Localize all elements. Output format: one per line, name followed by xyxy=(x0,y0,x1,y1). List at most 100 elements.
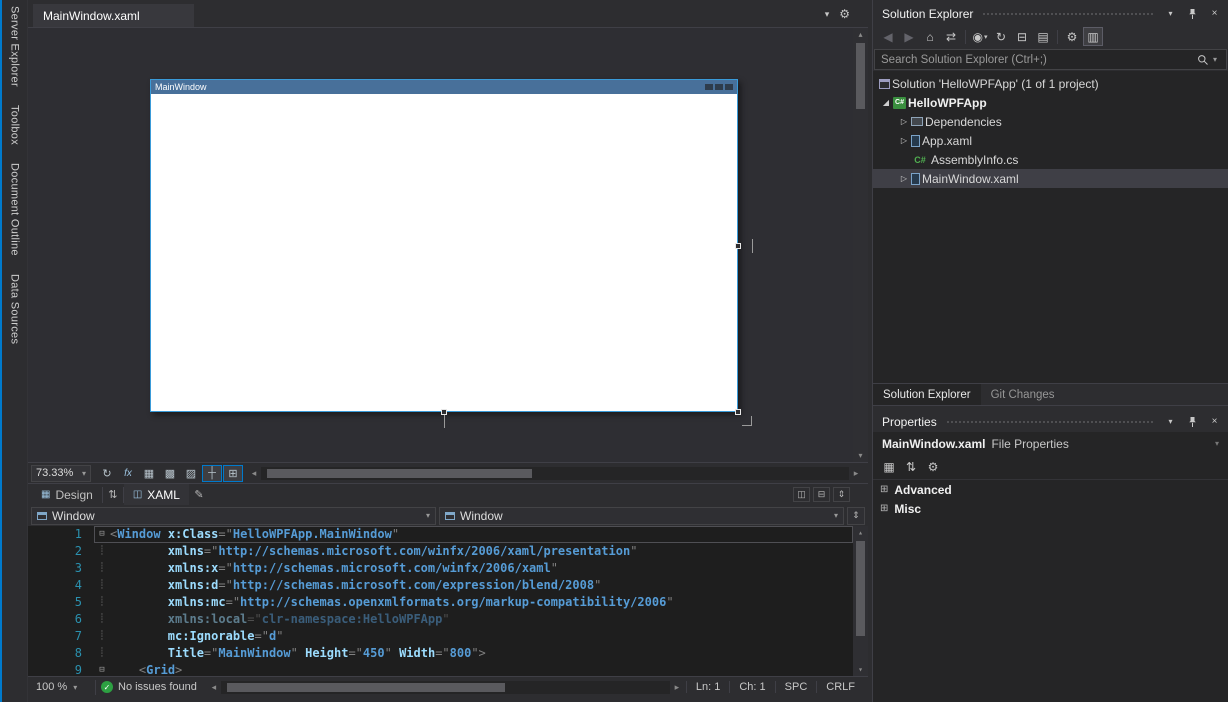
drag-grip[interactable] xyxy=(946,419,1154,424)
tree-item-assemblyinfo-cs[interactable]: C#AssemblyInfo.cs xyxy=(873,150,1228,169)
no-issues-icon[interactable]: ✓ xyxy=(101,681,113,693)
rail-tab-data-sources[interactable]: Data Sources xyxy=(9,274,21,344)
code-line-8[interactable]: 8┊ Title="MainWindow" Height="450" Width… xyxy=(28,645,853,662)
scroll-right-icon[interactable]: ▸ xyxy=(670,682,684,693)
line-indicator[interactable]: Ln: 1 xyxy=(686,681,729,693)
categorized-button[interactable]: ▦ xyxy=(879,458,899,477)
disable-project-code-button[interactable]: ⊞ xyxy=(223,465,243,482)
rail-tab-document-outline[interactable]: Document Outline xyxy=(9,163,21,256)
code-line-2[interactable]: 2┊ xmlns="http://schemas.microsoft.com/w… xyxy=(28,543,853,560)
tree-item-app-xaml[interactable]: ▷App.xaml xyxy=(873,131,1228,150)
vertical-split-button[interactable]: ◫ xyxy=(793,487,810,502)
tree-item-dependencies[interactable]: ▷Dependencies xyxy=(873,112,1228,131)
properties-object-row[interactable]: MainWindow.xaml File Properties ▾ xyxy=(873,432,1228,455)
code-line-6[interactable]: 6┊ xmlns:local="clr-namespace:HelloWPFAp… xyxy=(28,611,853,628)
xaml-editor[interactable]: 1⊟<Window x:Class="HelloWPFApp.MainWindo… xyxy=(28,526,868,676)
code-line-9[interactable]: 9⊟ <Grid> xyxy=(28,662,853,676)
expander-collapsed-icon[interactable]: ▷ xyxy=(897,174,911,183)
sync-with-active-document-button[interactable]: ⇄ xyxy=(941,27,961,46)
scroll-down-icon[interactable]: ▾ xyxy=(858,663,863,676)
tool-tab-solution-explorer[interactable]: Solution Explorer xyxy=(873,384,981,405)
refresh-button[interactable]: ↻ xyxy=(991,27,1011,46)
preview-selected-items-button[interactable]: ▤ xyxy=(1033,27,1053,46)
designer-horizontal-scrollbar[interactable]: ◂ ▸ xyxy=(247,466,863,481)
zoom-to-fit-button[interactable]: ↻ xyxy=(97,465,117,482)
show-all-files-button[interactable]: ▥ xyxy=(1083,27,1103,46)
code-line-1[interactable]: 1⊟<Window x:Class="HelloWPFApp.MainWindo… xyxy=(28,526,853,543)
tab-xaml[interactable]: ◫ XAML xyxy=(124,484,189,505)
resize-handle-corner[interactable] xyxy=(735,409,741,415)
tab-mainwindow-xaml[interactable]: MainWindow.xaml xyxy=(33,4,194,27)
pin-icon[interactable] xyxy=(1185,6,1200,21)
show-grid-button[interactable]: ▦ xyxy=(139,465,159,482)
snap-to-snaplines-button[interactable]: ┼ xyxy=(202,465,222,482)
window-position-icon[interactable]: ▾ xyxy=(1163,6,1178,21)
scroll-left-icon[interactable]: ◂ xyxy=(247,468,261,479)
designer-scrollbar-thumb[interactable] xyxy=(856,43,865,109)
pin-icon[interactable] xyxy=(1185,414,1200,429)
wpf-window-preview[interactable]: MainWindow xyxy=(150,79,738,412)
fold-marker-icon[interactable]: ⊟ xyxy=(94,526,110,543)
alphabetical-button[interactable]: ⇅ xyxy=(901,458,921,477)
expander-expanded-icon[interactable]: ◢ xyxy=(879,98,893,107)
scroll-up-icon[interactable]: ▴ xyxy=(858,526,863,539)
editor-split-handle[interactable]: ⇕ xyxy=(847,507,865,525)
gear-icon[interactable]: ⚙ xyxy=(839,7,850,21)
breadcrumb-left-dropdown[interactable]: Window ▾ xyxy=(31,507,436,525)
solution-explorer-header[interactable]: Solution Explorer ▾ × xyxy=(873,3,1228,24)
property-pages-button[interactable]: ⚙ xyxy=(923,458,943,477)
editor-vertical-scrollbar[interactable]: ▴ ▾ xyxy=(853,526,868,676)
swap-panes-button[interactable]: ⇅ xyxy=(103,486,123,504)
editor-hscroll-track[interactable] xyxy=(221,681,670,694)
tool-tab-git-changes[interactable]: Git Changes xyxy=(981,384,1065,405)
designer-hscroll-track[interactable] xyxy=(261,467,849,480)
scroll-left-icon[interactable]: ◂ xyxy=(207,682,221,693)
navigate-forward-button[interactable]: ▶ xyxy=(899,27,919,46)
snap-to-grid-button[interactable]: ▩ xyxy=(160,465,180,482)
scroll-right-icon[interactable]: ▸ xyxy=(849,468,863,479)
editor-horizontal-scrollbar[interactable]: ◂ ▸ xyxy=(207,680,684,695)
designer-hscroll-thumb[interactable] xyxy=(267,469,532,478)
breadcrumb-right-dropdown[interactable]: Window ▾ xyxy=(439,507,844,525)
designer-scrollbar-track[interactable] xyxy=(853,41,868,449)
drag-grip[interactable] xyxy=(982,11,1154,16)
search-icon[interactable] xyxy=(1193,54,1213,66)
home-button[interactable]: ⌂ xyxy=(920,27,940,46)
close-icon[interactable]: × xyxy=(1207,6,1222,21)
new-scoped-view-button[interactable]: ◉▾ xyxy=(970,27,990,46)
horizontal-split-button[interactable]: ⊟ xyxy=(813,487,830,502)
rail-tab-server-explorer[interactable]: Server Explorer xyxy=(9,6,21,87)
section-advanced[interactable]: ⊞Advanced xyxy=(873,480,1228,499)
show-effects-button[interactable]: fx xyxy=(118,465,138,482)
editor-zoom-dropdown[interactable]: 100 % ▾ xyxy=(32,681,90,693)
navigate-back-button[interactable]: ◀ xyxy=(878,27,898,46)
editor-scrollbar-track[interactable] xyxy=(853,539,868,663)
rail-tab-toolbox[interactable]: Toolbox xyxy=(9,105,21,145)
search-options-icon[interactable]: ▾ xyxy=(1213,55,1226,64)
window-position-icon[interactable]: ▾ xyxy=(1163,414,1178,429)
code-line-4[interactable]: 4┊ xmlns:d="http://schemas.microsoft.com… xyxy=(28,577,853,594)
tree-item-solution-hellowpfapp-1-of-1-project[interactable]: Solution 'HelloWPFApp' (1 of 1 project) xyxy=(873,74,1228,93)
issues-status-text[interactable]: No issues found xyxy=(118,681,197,693)
designer-zoom-dropdown[interactable]: 73.33% ▾ xyxy=(31,465,91,482)
scroll-down-icon[interactable]: ▾ xyxy=(858,449,862,462)
tree-item-hellowpfapp[interactable]: ◢C#HelloWPFApp xyxy=(873,93,1228,112)
code-line-3[interactable]: 3┊ xmlns:x="http://schemas.microsoft.com… xyxy=(28,560,853,577)
tab-design[interactable]: ▦ Design xyxy=(32,484,102,505)
expander-collapsed-icon[interactable]: ▷ xyxy=(897,117,911,126)
scroll-up-icon[interactable]: ▴ xyxy=(858,28,862,41)
code-line-5[interactable]: 5┊ xmlns:mc="http://schemas.openxmlforma… xyxy=(28,594,853,611)
document-list-icon[interactable]: ▾ xyxy=(825,9,830,20)
editor-hscroll-thumb[interactable] xyxy=(227,683,505,692)
properties-header[interactable]: Properties ▾ × xyxy=(873,411,1228,432)
fold-marker-icon[interactable]: ⊟ xyxy=(94,662,110,676)
resize-handle-right[interactable] xyxy=(735,243,741,249)
column-indicator[interactable]: Ch: 1 xyxy=(729,681,774,693)
editor-scrollbar-thumb[interactable] xyxy=(856,541,865,636)
edit-xaml-button[interactable]: ✎ xyxy=(189,486,209,504)
tree-item-mainwindow-xaml[interactable]: ▷MainWindow.xaml xyxy=(873,169,1228,188)
close-icon[interactable]: × xyxy=(1207,414,1222,429)
search-input[interactable] xyxy=(875,54,1193,66)
code-line-7[interactable]: 7┊ mc:Ignorable="d" xyxy=(28,628,853,645)
collapse-pane-button[interactable]: ⇕ xyxy=(833,487,850,502)
